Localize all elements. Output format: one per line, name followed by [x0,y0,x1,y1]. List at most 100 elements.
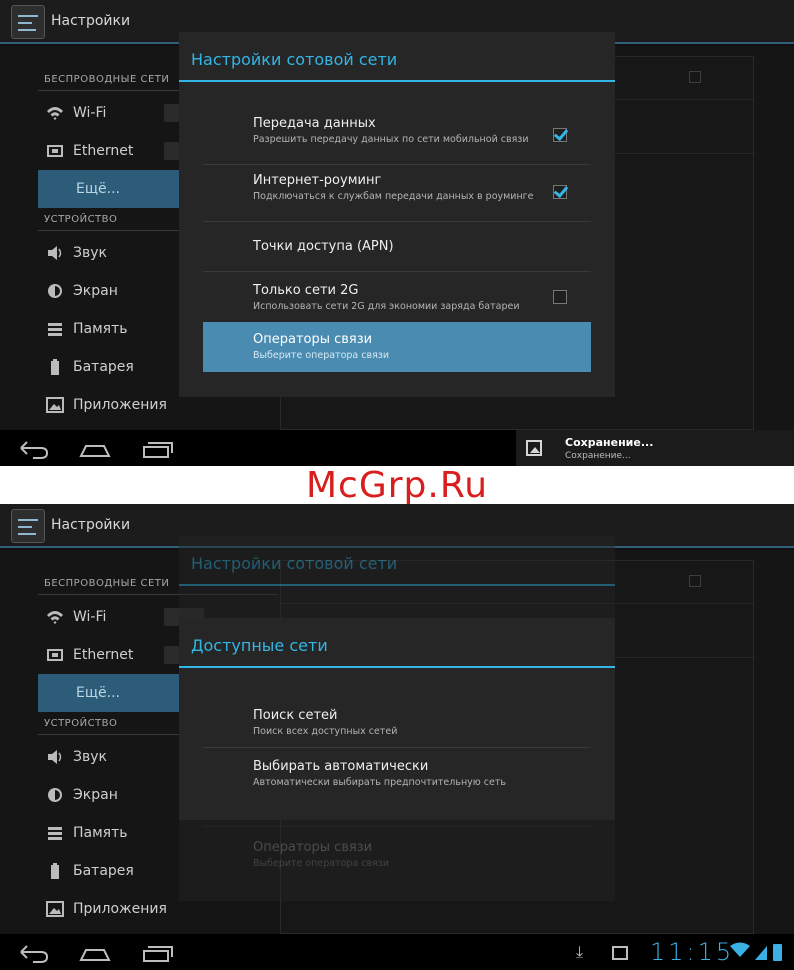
wifi-icon [46,104,64,122]
pref-title: Интернет-роуминг [253,173,382,188]
pref-2g-only[interactable]: Только сети 2G Использовать сети 2G для … [203,283,591,323]
back-icon[interactable] [17,434,51,462]
pref-title: Операторы связи [253,332,373,347]
dialog-title: Настройки сотовой сети [191,50,398,69]
image-icon [612,946,628,960]
wifi-icon [46,608,64,626]
pref-divider [203,271,591,272]
pref-summary: Поиск всех доступных сетей [253,726,398,737]
image-icon [526,440,542,456]
sidebar-item-label: Wi-Fi [73,105,107,121]
watermark-band: McGrp.Ru [0,465,794,506]
saving-notification[interactable]: Сохранение... Сохранение... [516,430,794,466]
device-section-header: УСТРОЙСТВО [37,214,280,231]
status-area[interactable]: ⤓ 11:15 [560,934,794,970]
cell-signal-icon [755,946,767,960]
settings-app-icon[interactable] [11,5,45,39]
available-networks-dialog: Доступные сети Поиск сетей Поиск всех до… [179,618,615,820]
apps-icon [46,900,64,918]
pref-divider [203,164,591,165]
screenshot-mobile-network-settings: Настройки БЕСПРОВОДНЫЕ СЕТИ Wi-Fi Ethern… [0,0,794,466]
data-enabled-checkbox[interactable] [553,128,567,142]
battery-icon [46,358,64,376]
settings-app-icon[interactable] [11,509,45,543]
sidebar-item-label: Экран [73,283,118,299]
screenshot-available-networks: Настройки БЕСПРОВОДНЫЕ СЕТИ Wi-Fi Ethern… [0,504,794,970]
sidebar-item-label: Батарея [73,863,134,879]
sidebar-item-label: Ethernet [73,143,134,159]
brightness-icon [46,282,64,300]
pref-title: Выбирать автоматически [253,759,429,774]
dialog-title-divider [179,80,615,82]
home-icon[interactable] [78,434,112,462]
sidebar-item-label: Память [73,321,128,337]
pref-network-operators[interactable]: Операторы связи Выберите оператора связи [203,322,591,372]
pref-summary: Автоматически выбирать предпочтительную … [253,777,506,788]
dialog-title-divider [179,666,615,668]
home-icon[interactable] [78,938,112,966]
pref-divider [203,221,591,222]
pref-title: Поиск сетей [253,708,338,723]
pref-summary: Выберите оператора связи [253,350,390,361]
back-icon[interactable] [17,938,51,966]
status-clock: 11:15 [650,938,735,966]
storage-icon [46,824,64,842]
pref-summary: Выберите оператора связи [253,858,390,869]
wireless-section-header: БЕСПРОВОДНЫЕ СЕТИ [37,74,279,91]
recent-apps-icon[interactable] [140,938,174,966]
recent-apps-icon[interactable] [140,434,174,462]
sidebar-item-label: Приложения [73,901,167,917]
pref-network-operators: Операторы связи Выберите оператора связи [203,840,591,880]
sidebar-item-label: Ещё... [76,685,120,701]
pref-title: Только сети 2G [253,283,359,298]
dialog-title-divider [179,584,615,586]
sidebar-item-label: Звук [73,749,107,765]
pref-data-roaming[interactable]: Интернет-роуминг Подключаться к службам … [203,173,591,219]
sidebar-item-label: Звук [73,245,107,261]
sidebar-item-label: Wi-Fi [73,609,107,625]
ethernet-icon [46,142,64,160]
battery-icon [46,862,64,880]
wireless-section-header: БЕСПРОВОДНЫЕ СЕТИ [37,578,279,595]
detail-checkbox[interactable] [689,575,701,587]
pref-search-networks[interactable]: Поиск сетей Поиск всех доступных сетей [203,708,591,744]
pref-title: Передача данных [253,116,376,131]
storage-icon [46,320,64,338]
ethernet-icon [46,646,64,664]
pref-select-automatically[interactable]: Выбирать автоматически Автоматически выб… [203,759,591,795]
device-section-header: УСТРОЙСТВО [37,718,280,735]
pref-summary: Разрешить передачу данных по сети мобиль… [253,134,529,145]
app-title: Настройки [51,517,131,533]
sidebar-item-label: Приложения [73,397,167,413]
dialog-title: Доступные сети [191,636,328,655]
sidebar-item-label: Память [73,825,128,841]
mobile-network-settings-dialog: Настройки сотовой сети Передача данных Р… [179,32,615,397]
system-nav-bar: Сохранение... Сохранение... [0,430,794,466]
sidebar-item-label: Экран [73,787,118,803]
pref-access-point-names[interactable]: Точки доступа (APN) [203,239,591,269]
notification-title: Сохранение... [565,436,654,449]
speaker-icon [46,748,64,766]
dialog-title: Настройки сотовой сети [191,554,398,573]
apps-icon [46,396,64,414]
pref-title: Точки доступа (APN) [253,239,394,254]
speaker-icon [46,244,64,262]
watermark-text: McGrp.Ru [305,465,489,506]
pref-data-enabled[interactable]: Передача данных Разрешить передачу данны… [203,116,591,162]
pref-summary: Подключаться к службам передачи данных в… [253,191,534,202]
brightness-icon [46,786,64,804]
download-icon: ⤓ [576,942,584,961]
sidebar-item-label: Ещё... [76,181,120,197]
system-nav-bar: ⤓ 11:15 [0,934,794,970]
wifi-signal-icon [730,942,750,962]
data-roaming-checkbox[interactable] [553,185,567,199]
pref-summary: Использовать сети 2G для экономии заряда… [253,301,520,312]
detail-checkbox[interactable] [689,71,701,83]
pref-divider [203,747,591,748]
battery-status-icon [773,944,782,961]
app-title: Настройки [51,13,131,29]
notification-subtitle: Сохранение... [565,451,631,461]
sidebar-item-label: Батарея [73,359,134,375]
2g-only-checkbox[interactable] [553,290,567,304]
sidebar-item-label: Ethernet [73,647,134,663]
